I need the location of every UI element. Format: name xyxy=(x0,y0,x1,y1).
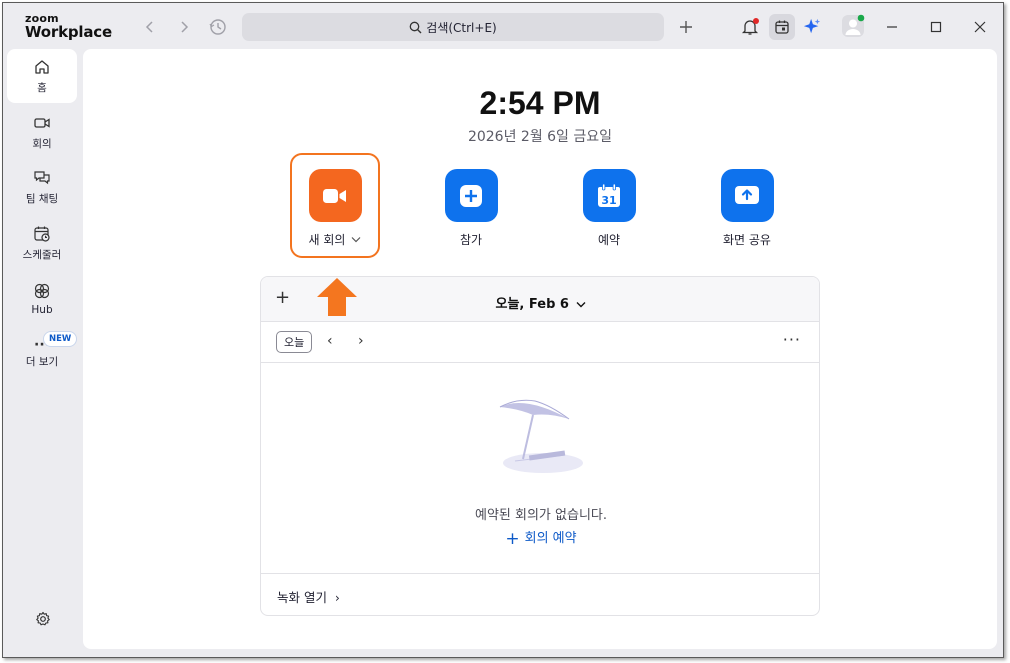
new-meeting-label: 새 회의 xyxy=(308,233,346,247)
sidebar-item-home[interactable]: 홈 xyxy=(7,49,77,103)
calendar-day-number: 31 xyxy=(601,194,616,207)
chevron-down-icon xyxy=(576,302,586,308)
next-day-button[interactable]: › xyxy=(358,333,364,349)
chevron-right-icon: › xyxy=(334,591,340,605)
schedule-card: + 오늘, Feb 6 오늘 ‹ › ··· 예약된 회의가 없습니다. + 회… xyxy=(260,276,820,616)
chat-icon xyxy=(34,170,50,184)
schedule-meeting-link[interactable]: + 회의 예약 xyxy=(261,527,819,549)
open-recordings-link[interactable]: 녹화 열기 › xyxy=(277,587,340,606)
new-meeting-tile[interactable] xyxy=(308,169,362,222)
sidebar-item-label: 스케줄러 xyxy=(22,248,62,261)
sidebar-item-label: 홈 xyxy=(37,81,47,94)
sidebar: 홈 회의 팀 채팅 스케줄러 Hub ··· 더 보기 NEW xyxy=(3,49,83,657)
plus-icon xyxy=(460,184,482,207)
date-selector-label: 오늘, Feb 6 xyxy=(495,297,569,312)
sidebar-item-label: 회의 xyxy=(32,137,52,150)
video-icon xyxy=(34,117,50,128)
share-screen-label: 화면 공유 xyxy=(723,233,771,247)
search-bar[interactable]: 검색(Ctrl+E) xyxy=(242,13,664,41)
schedule-tile[interactable]: 31 xyxy=(582,169,636,222)
schedule-meeting-link-label: 회의 예약 xyxy=(524,531,577,546)
search-placeholder: 검색(Ctrl+E) xyxy=(426,20,497,35)
maximize-icon[interactable] xyxy=(927,18,945,36)
prev-day-button[interactable]: ‹ xyxy=(327,333,333,349)
sidebar-item-label: 팀 채팅 xyxy=(25,192,59,205)
search-icon xyxy=(409,21,422,33)
up-arrow-annotation-icon xyxy=(317,278,357,316)
ai-companion-icon[interactable] xyxy=(803,18,821,36)
settings-gear-icon[interactable] xyxy=(34,610,52,628)
close-icon[interactable] xyxy=(971,18,989,36)
calendar-toolbar: 오늘 ‹ › ··· xyxy=(261,322,819,363)
clock-time: 2:54 PM xyxy=(479,85,601,121)
history-icon[interactable] xyxy=(209,18,227,36)
scheduler-icon xyxy=(34,226,50,242)
beach-umbrella-illustration xyxy=(499,399,583,473)
share-screen-button[interactable]: 화면 공유 xyxy=(702,169,792,248)
zoom-window: zoom Workplace 검색(Ctrl+E) 홈 회의 팀 채팅 스케줄러… xyxy=(2,2,1004,658)
plus-icon: + xyxy=(505,529,520,549)
sidebar-item-team-chat[interactable]: 팀 채팅 xyxy=(7,160,77,214)
share-screen-icon xyxy=(735,185,759,204)
sidebar-item-scheduler[interactable]: 스케줄러 xyxy=(7,216,77,270)
today-button[interactable]: 오늘 xyxy=(276,331,313,353)
new-badge: NEW xyxy=(43,331,78,347)
no-meetings-text: 예약된 회의가 없습니다. xyxy=(475,508,607,523)
zoom-workplace-logo: zoom Workplace xyxy=(25,13,112,40)
join-tile[interactable] xyxy=(444,169,498,222)
join-button[interactable]: 참가 xyxy=(426,169,516,248)
home-icon xyxy=(35,59,49,74)
logo-workplace-text: Workplace xyxy=(25,23,112,41)
join-label: 참가 xyxy=(459,233,483,247)
sidebar-item-meetings[interactable]: 회의 xyxy=(7,105,77,159)
bell-icon[interactable] xyxy=(741,18,759,36)
share-screen-tile[interactable] xyxy=(720,169,774,222)
schedule-label: 예약 xyxy=(597,233,621,247)
hub-icon xyxy=(34,283,50,299)
calendar-app-icon[interactable] xyxy=(769,14,795,40)
chevron-down-icon[interactable] xyxy=(351,236,361,243)
sidebar-item-label: Hub xyxy=(31,304,53,316)
new-meeting-button[interactable]: 새 회의 xyxy=(290,169,380,248)
back-arrow-icon[interactable] xyxy=(141,18,159,36)
clock-date: 2026년 2월 6일 금요일 xyxy=(467,129,613,145)
forward-arrow-icon[interactable] xyxy=(175,18,193,36)
home-panel: 2:54 PM 2026년 2월 6일 금요일 새 회의 참가 31 예약 화면… xyxy=(83,49,997,649)
video-camera-icon xyxy=(323,188,346,203)
open-recordings-label: 녹화 열기 xyxy=(277,590,327,605)
sidebar-item-hub[interactable]: Hub xyxy=(7,272,77,326)
avatar-icon[interactable] xyxy=(841,14,865,38)
schedule-button[interactable]: 31 예약 xyxy=(564,169,654,248)
plus-icon[interactable] xyxy=(677,18,695,36)
sidebar-item-label: 더 보기 xyxy=(25,355,59,368)
more-options-button[interactable]: ··· xyxy=(783,330,801,349)
calendar-icon: 31 xyxy=(598,183,620,207)
empty-state: 예약된 회의가 없습니다. + 회의 예약 xyxy=(261,363,819,574)
minimize-icon[interactable] xyxy=(883,18,901,36)
